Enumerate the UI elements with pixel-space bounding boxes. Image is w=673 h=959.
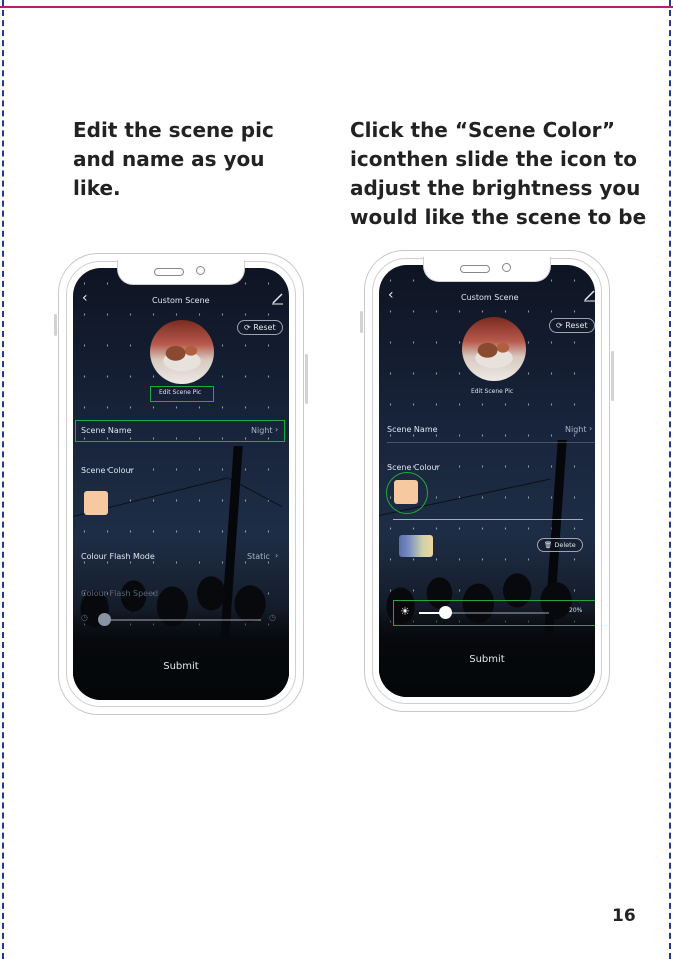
phone-side-button [305,354,308,404]
brightness-sun-icon: ☀ [400,605,410,618]
slow-speed-icon: ◷ [81,613,88,622]
phone-side-button [54,314,57,336]
trash-icon: 🗑 [544,541,553,549]
phone-side-button [611,351,614,401]
delete-label: Delete [554,541,576,549]
chevron-right-icon[interactable]: › [589,424,592,433]
scene-colour-swatch[interactable] [84,491,108,515]
left-phone-mockup: ‹ Custom Scene ⟳ Reset Edit Scene Pic Sc… [54,253,308,715]
phone-notch [117,260,245,285]
reset-button[interactable]: ⟳ Reset [237,320,283,335]
scene-colour-label: Scene Colour [81,466,134,475]
edit-pen-icon[interactable] [583,289,595,302]
fast-speed-icon: ◷ [269,613,276,622]
reset-label: Reset [565,321,588,330]
chevron-right-icon[interactable]: › [275,425,278,434]
refresh-icon: ⟳ [244,323,251,332]
edit-pen-icon[interactable] [271,292,284,305]
phone-bezel: ‹ Custom Scene ⟳ Reset Edit Scene Pic Sc… [66,260,296,707]
row-divider [387,442,595,443]
back-chevron-icon[interactable]: ‹ [388,287,394,303]
edit-scene-pic-link[interactable]: Edit Scene Pic [471,388,513,395]
phone-notch [423,257,551,282]
submit-button[interactable]: Submit [379,643,595,677]
top-border-line [0,6,673,8]
submit-button[interactable]: Submit [73,650,289,684]
speaker-grille [460,265,490,273]
page-number: 16 [612,906,636,926]
flash-speed-slider-track[interactable] [101,619,261,621]
tree-silhouettes [379,567,595,697]
right-instruction-caption: Click the “Scene Color” iconthen slide t… [350,118,647,229]
scene-picture[interactable] [462,317,526,381]
colour-flash-mode-label[interactable]: Colour Flash Mode [81,552,155,561]
scene-colour-screen: ‹ Custom Scene ⟳ Reset Edit Scene Pic Sc… [379,265,595,697]
custom-scene-screen: ‹ Custom Scene ⟳ Reset Edit Scene Pic Sc… [73,268,289,700]
scene-picture[interactable] [150,320,214,384]
phone-bezel: ‹ Custom Scene ⟳ Reset Edit Scene Pic Sc… [372,257,602,704]
refresh-icon: ⟳ [556,321,563,330]
scene-name-label[interactable]: Scene Name [387,425,438,434]
right-dashed-border [669,0,671,959]
delete-button[interactable]: 🗑 Delete [537,538,583,552]
reset-button[interactable]: ⟳ Reset [549,318,595,333]
right-phone-mockup: ‹ Custom Scene ⟳ Reset Edit Scene Pic Sc… [360,250,614,712]
chevron-right-icon[interactable]: › [275,551,278,560]
scene-name-value[interactable]: Night [565,425,587,434]
scene-colour-swatch[interactable] [394,480,418,504]
brightness-value: 20% [569,607,583,614]
colour-preset-thumbnail[interactable] [399,535,433,557]
left-instruction-caption: Edit the scene pic and name as you like. [73,118,274,200]
front-camera [502,263,511,272]
back-chevron-icon[interactable]: ‹ [82,290,88,306]
phone-side-button [360,311,363,333]
row-divider [393,519,583,520]
screen-title: Custom Scene [152,296,210,305]
scene-name-label[interactable]: Scene Name [81,426,132,435]
speaker-grille [154,268,184,276]
edit-scene-pic-link[interactable]: Edit Scene Pic [159,389,201,396]
colour-flash-speed-label: Colour Flash Speed [81,589,159,598]
colour-flash-mode-value[interactable]: Static [247,552,270,561]
left-dashed-border [2,0,4,959]
reset-label: Reset [253,323,276,332]
front-camera [196,266,205,275]
flash-speed-slider-knob[interactable] [98,613,111,626]
scene-colour-label: Scene Colour [387,463,440,472]
screen-title: Custom Scene [461,293,519,302]
brightness-slider-knob[interactable] [439,606,452,619]
scene-name-value[interactable]: Night [251,426,273,435]
